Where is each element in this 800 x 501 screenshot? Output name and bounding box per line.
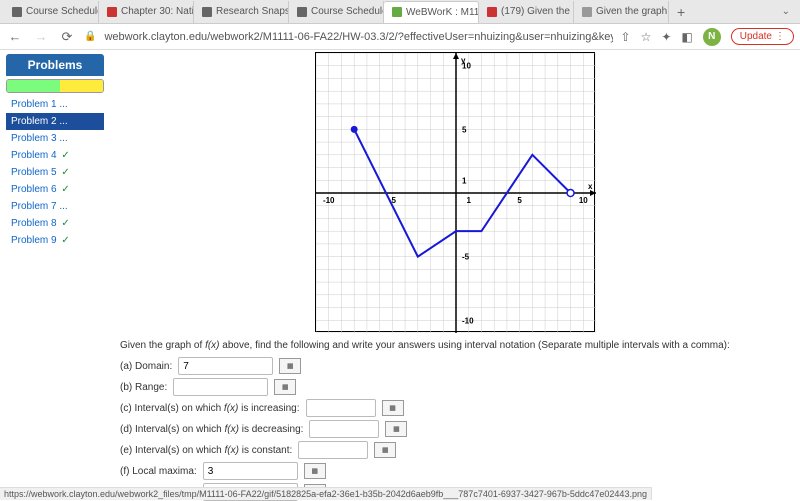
sidebar-item-problem-9[interactable]: Problem 9 ✓ (6, 232, 104, 249)
label-range: (b) Range: (120, 382, 167, 393)
extensions-icon[interactable]: ✦ (661, 30, 671, 44)
stop-icon[interactable]: ◧ (681, 30, 692, 44)
svg-text:-10: -10 (323, 196, 335, 205)
input-constant[interactable] (298, 441, 368, 459)
input-domain[interactable] (178, 357, 273, 375)
svg-text:-10: -10 (462, 316, 474, 325)
back-button[interactable]: ← (6, 29, 24, 44)
question-prompt: Given the graph of f(x) above, find the … (120, 340, 790, 351)
svg-text:10: 10 (579, 196, 588, 205)
svg-text:1: 1 (462, 176, 467, 185)
sidebar-item-problem-8[interactable]: Problem 8 ✓ (6, 215, 104, 232)
avatar[interactable]: N (703, 28, 721, 46)
status-bar: https://webwork.clayton.edu/webwork2_fil… (0, 487, 652, 500)
keypad-icon[interactable]: ▦ (304, 463, 326, 479)
content-area: -10-51510-10-51510xy Given the graph of … (110, 50, 800, 488)
tab-179[interactable]: (179) Given the grap× (479, 1, 574, 23)
sidebar-item-problem-6[interactable]: Problem 6 ✓ (6, 181, 104, 198)
tab-given-graph[interactable]: Given the graph of y× (574, 1, 669, 23)
problems-header: Problems (6, 54, 104, 76)
keypad-icon[interactable]: ▦ (382, 400, 404, 416)
sidebar-item-problem-3[interactable]: Problem 3 ... (6, 130, 104, 147)
sidebar-item-problem-1[interactable]: Problem 1 ... (6, 96, 104, 113)
tab-course-1[interactable]: Course Schedule - E× (4, 1, 99, 23)
sidebar-item-problem-5[interactable]: Problem 5 ✓ (6, 164, 104, 181)
label-maxima: (f) Local maxima: (120, 466, 197, 477)
keypad-icon[interactable]: ▦ (374, 442, 396, 458)
url-text[interactable]: webwork.clayton.edu/webwork2/M1111-06-FA… (104, 31, 612, 43)
svg-text:1: 1 (467, 196, 472, 205)
share-icon[interactable]: ⇧ (621, 30, 631, 44)
progress-done (7, 80, 60, 92)
input-range[interactable] (173, 378, 268, 396)
keypad-icon[interactable]: ▦ (385, 421, 407, 437)
menu-icon: ⋮ (775, 31, 785, 42)
star-icon[interactable]: ☆ (641, 30, 652, 44)
label-increasing: (c) Interval(s) on which f(x) is increas… (120, 403, 300, 414)
svg-text:x: x (588, 182, 593, 191)
sidebar-item-problem-7[interactable]: Problem 7 ... (6, 198, 104, 215)
browser-tab-bar: Course Schedule - E× Chapter 30: Nationa… (0, 0, 800, 24)
svg-text:-5: -5 (462, 253, 470, 262)
sidebar-item-problem-4[interactable]: Problem 4 ✓ (6, 147, 104, 164)
tab-course-2[interactable]: Course Schedule - P× (289, 1, 384, 23)
svg-text:5: 5 (462, 125, 467, 134)
lock-icon[interactable]: 🔒 (84, 31, 96, 42)
sidebar: Problems Problem 1 ...Problem 2 ...Probl… (0, 50, 110, 488)
reload-button[interactable]: ⟳ (58, 29, 76, 45)
input-decreasing[interactable] (309, 420, 379, 438)
svg-text:y: y (461, 56, 466, 65)
new-tab-button[interactable]: + (669, 4, 693, 20)
keypad-icon[interactable]: ▦ (274, 379, 296, 395)
input-increasing[interactable] (306, 399, 376, 417)
progress-bar (6, 79, 104, 93)
keypad-icon[interactable]: ▦ (279, 358, 301, 374)
label-decreasing: (d) Interval(s) on which f(x) is decreas… (120, 424, 303, 435)
label-constant: (e) Interval(s) on which f(x) is constan… (120, 445, 292, 456)
tab-research[interactable]: Research Snapshot:× (194, 1, 289, 23)
update-button[interactable]: Update ⋮ (731, 28, 794, 45)
progress-pending (60, 80, 103, 92)
url-bar: ← → ⟳ 🔒 webwork.clayton.edu/webwork2/M11… (0, 24, 800, 50)
forward-button[interactable]: → (32, 29, 50, 44)
tab-chapter30[interactable]: Chapter 30: National× (99, 1, 194, 23)
label-domain: (a) Domain: (120, 361, 172, 372)
input-maxima[interactable] (203, 462, 298, 480)
sidebar-item-problem-2[interactable]: Problem 2 ... (6, 113, 104, 130)
svg-text:5: 5 (517, 196, 522, 205)
tab-overflow-icon[interactable]: ⌄ (776, 6, 796, 17)
tab-webwork[interactable]: WeBWorK : M1111-06× (384, 1, 479, 23)
graph-plot: -10-51510-10-51510xy (315, 52, 595, 332)
